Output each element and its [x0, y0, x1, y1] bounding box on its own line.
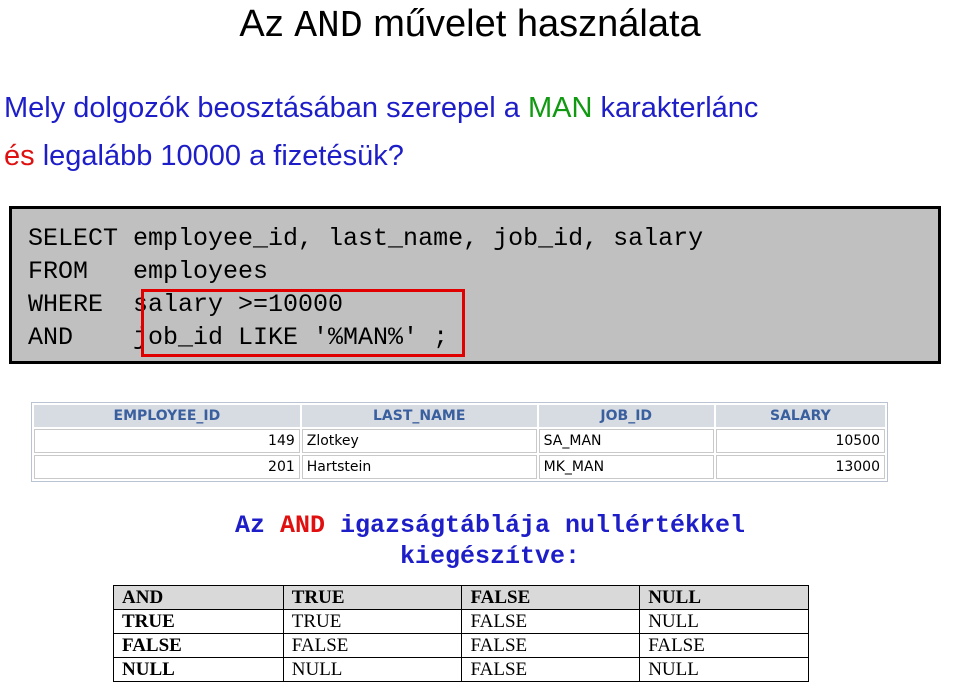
table-cell: 201	[34, 455, 300, 479]
result-table: EMPLOYEE_ID LAST_NAME JOB_ID SALARY 149 …	[31, 402, 888, 482]
table-cell: 13000	[715, 455, 885, 479]
table-row: 149 Zlotkey SA_MAN 10500	[34, 429, 885, 453]
slide-title: Az AND művelet használata	[0, 2, 940, 49]
question-part-2: karakterlánc	[592, 92, 759, 124]
table-cell: 149	[34, 429, 300, 453]
question-text: Mely dolgozók beosztásában szerepel a MA…	[4, 84, 954, 180]
truth-header-row: AND TRUE FALSE NULL	[113, 585, 809, 610]
table-cell: Zlotkey	[301, 429, 537, 453]
truth-table: AND TRUE FALSE NULL TRUE TRUE FALSE NULL…	[113, 585, 809, 682]
table-cell: 10500	[715, 429, 885, 453]
truth-row-header: NULL	[113, 657, 284, 682]
truth-cell: AND	[113, 585, 284, 610]
truth-cell: FALSE	[461, 585, 641, 610]
truth-cell: NULL	[639, 657, 809, 682]
table-cell: Hartstein	[301, 455, 537, 479]
question-part-3: legalább 10000 a fizetésük?	[34, 140, 404, 172]
column-header: EMPLOYEE_ID	[34, 405, 300, 427]
sql-line: SELECT employee_id, last_name, job_id, s…	[28, 224, 704, 253]
truth-cell: TRUE	[282, 609, 463, 634]
column-header: JOB_ID	[538, 405, 714, 427]
truth-cell: NULL	[282, 657, 463, 682]
title-suffix: művelet használata	[362, 3, 701, 45]
sql-code-box: SELECT employee_id, last_name, job_id, s…	[9, 206, 941, 364]
question-part-1: Mely dolgozók beosztásában szerepel a	[4, 92, 528, 124]
table-cell: SA_MAN	[538, 429, 714, 453]
condition-highlight-frame	[141, 289, 465, 357]
truth-cell: FALSE	[461, 609, 641, 634]
truth-row: TRUE TRUE FALSE NULL	[113, 609, 809, 634]
result-header-row: EMPLOYEE_ID LAST_NAME JOB_ID SALARY	[34, 405, 885, 427]
truth-cell: NULL	[639, 609, 809, 634]
title-keyword: AND	[294, 5, 363, 48]
question-man-highlight: MAN	[527, 92, 593, 124]
truth-title-keyword: AND	[279, 511, 325, 540]
truth-cell: TRUE	[282, 585, 463, 610]
truth-cell: FALSE	[461, 633, 641, 658]
title-prefix: Az	[239, 3, 295, 45]
table-cell: MK_MAN	[538, 455, 714, 479]
truth-table-title: Az AND igazságtáblája nullértékkel kiegé…	[170, 510, 810, 572]
truth-cell: NULL	[639, 585, 809, 610]
column-header: LAST_NAME	[301, 405, 537, 427]
sql-line: FROM employees	[28, 257, 269, 286]
question-and-highlight: és	[4, 140, 35, 172]
truth-row: FALSE FALSE FALSE FALSE	[113, 633, 809, 658]
table-row: 201 Hartstein MK_MAN 13000	[34, 455, 885, 479]
truth-row-header: FALSE	[113, 633, 284, 658]
truth-title-suffix: igazságtáblája nullértékkel kiegészítve:	[324, 511, 746, 571]
truth-row: NULL NULL FALSE NULL	[113, 657, 809, 682]
truth-cell: FALSE	[282, 633, 463, 658]
column-header: SALARY	[715, 405, 885, 427]
truth-row-header: TRUE	[113, 609, 284, 634]
truth-cell: FALSE	[639, 633, 809, 658]
truth-cell: FALSE	[461, 657, 641, 682]
truth-title-prefix: Az	[234, 511, 280, 540]
